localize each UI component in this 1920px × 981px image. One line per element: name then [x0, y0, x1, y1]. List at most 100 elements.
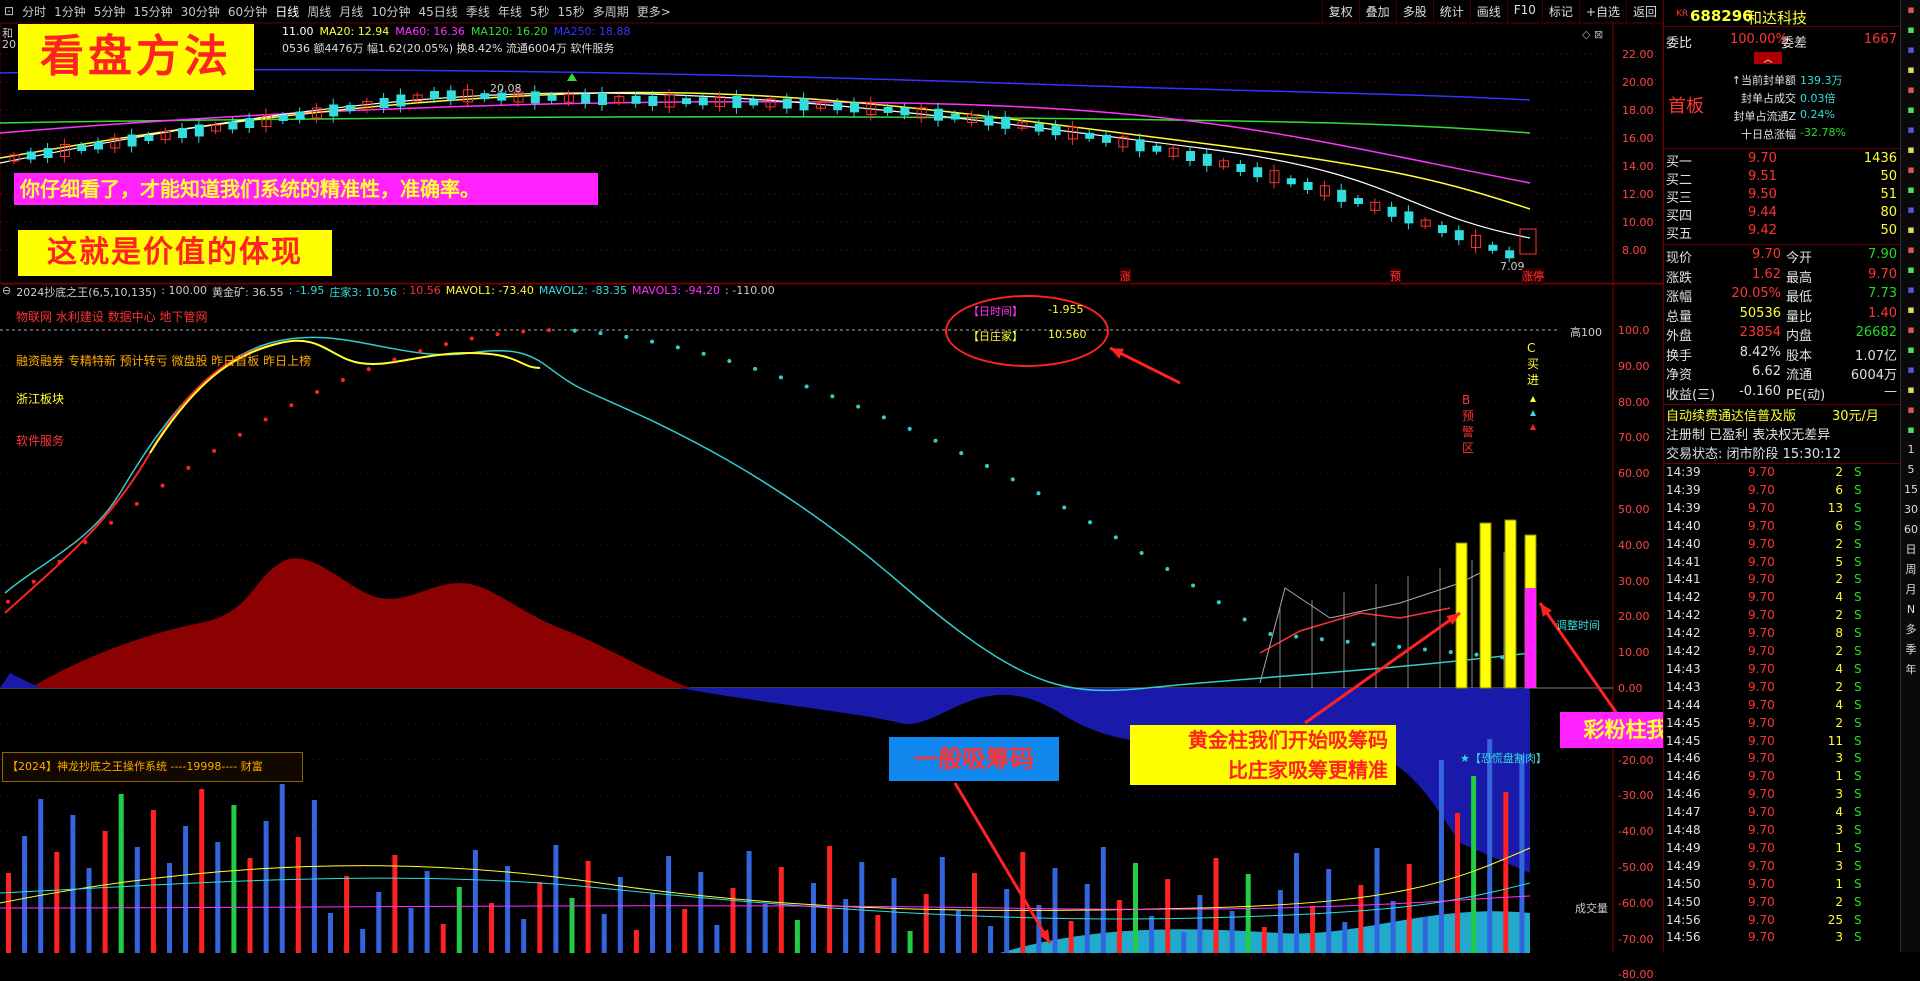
- period-tab[interactable]: 分时: [18, 3, 50, 20]
- side-tool-icon[interactable]: ▪: [1901, 80, 1920, 100]
- indicator-tick-label: -80.00: [1618, 968, 1654, 981]
- period-tab[interactable]: 日线: [271, 3, 303, 20]
- side-period-button[interactable]: 30: [1901, 500, 1920, 520]
- side-tool-icon[interactable]: ▪: [1901, 380, 1920, 400]
- toolbar-button[interactable]: 画线: [1469, 0, 1507, 22]
- toolbar-button[interactable]: 复权: [1321, 0, 1359, 22]
- side-tool-icon[interactable]: ▪: [1901, 260, 1920, 280]
- side-period-button[interactable]: 季: [1901, 640, 1920, 660]
- tick-volume: 6: [1835, 482, 1843, 497]
- period-tab[interactable]: 5分钟: [90, 3, 130, 20]
- side-period-button[interactable]: 周: [1901, 560, 1920, 580]
- side-tool-icon[interactable]: ▪: [1901, 360, 1920, 380]
- stat-value: 8.42%: [1739, 344, 1781, 360]
- promo-row[interactable]: 自动续费通达信普及版 30元/月: [1664, 404, 1901, 424]
- period-tab[interactable]: 10分钟: [367, 3, 414, 20]
- period-tab[interactable]: 多周期: [589, 3, 633, 20]
- promo-price: 30元/月: [1832, 409, 1879, 424]
- side-period-button[interactable]: 60: [1901, 520, 1920, 540]
- tick-price: 9.70: [1748, 876, 1775, 891]
- chart-area[interactable]: [0, 23, 1663, 953]
- period-tab[interactable]: 年线: [494, 3, 526, 20]
- side-tool-icon[interactable]: ▪: [1901, 240, 1920, 260]
- side-period-button[interactable]: N: [1901, 600, 1920, 620]
- bid-row[interactable]: 买四 9.44 80: [1664, 205, 1901, 224]
- toolbar-menu-icon[interactable]: ⊡: [0, 4, 18, 18]
- side-tool-icon[interactable]: ▪: [1901, 120, 1920, 140]
- period-tab[interactable]: 45日线: [415, 3, 462, 20]
- c-buy-vertical: C买进: [1527, 341, 1540, 387]
- seal-stat-value: 139.3万: [1800, 74, 1843, 87]
- stat-value: 7.90: [1868, 247, 1897, 262]
- bid-row[interactable]: 买五 9.42 50: [1664, 223, 1901, 242]
- sector-label[interactable]: 物联网 水利建设 数据中心 地下管网: [16, 308, 207, 325]
- toolbar-button[interactable]: 多股: [1395, 0, 1433, 22]
- tick-side: S: [1854, 930, 1862, 945]
- tick-row: 14:44 9.70 4 S: [1664, 698, 1901, 716]
- side-tool-icon[interactable]: ▪: [1901, 320, 1920, 340]
- tick-row: 14:42 9.70 4 S: [1664, 590, 1901, 608]
- volume-bar: [617, 877, 623, 953]
- side-tool-icon[interactable]: ▪: [1901, 200, 1920, 220]
- indicator-legend-item: 庄家3: 10.56: [329, 286, 398, 299]
- indicator-title[interactable]: 2024抄底之王(6,5,10,135): [16, 284, 156, 300]
- indicator-collapse-icon[interactable]: ⊖: [2, 284, 11, 300]
- volume-bar: [1133, 863, 1138, 953]
- side-period-button[interactable]: 5: [1901, 460, 1920, 480]
- period-tab[interactable]: 5秒: [526, 3, 554, 20]
- side-tool-icon[interactable]: ▪: [1901, 280, 1920, 300]
- toolbar-button[interactable]: 统计: [1432, 0, 1470, 22]
- period-tab[interactable]: 15秒: [553, 3, 588, 20]
- side-period-button[interactable]: 15: [1901, 480, 1920, 500]
- side-period-button[interactable]: 日: [1901, 540, 1920, 560]
- side-period-button[interactable]: 月: [1901, 580, 1920, 600]
- side-tool-icon[interactable]: ▪: [1901, 340, 1920, 360]
- side-period-button[interactable]: 年: [1901, 660, 1920, 680]
- tick-volume: 13: [1827, 500, 1843, 515]
- side-tool-icon[interactable]: ▪: [1901, 160, 1920, 180]
- volume-bar: [360, 929, 366, 953]
- volume-bar: [1116, 900, 1122, 953]
- bid-row[interactable]: 买二 9.51 50: [1664, 169, 1901, 188]
- collapse-arrow-icon[interactable]: ︿: [1754, 52, 1782, 65]
- period-tab[interactable]: 季线: [462, 3, 494, 20]
- side-tool-icon[interactable]: ▪: [1901, 100, 1920, 120]
- period-tab[interactable]: 30分钟: [177, 3, 224, 20]
- side-tool-icon[interactable]: ▪: [1901, 40, 1920, 60]
- sector-label[interactable]: 融资融券 专精特新 预计转亏 微盘股 昨日首板 昨日上榜: [16, 352, 311, 369]
- sector-label[interactable]: 软件服务: [16, 432, 64, 449]
- toolbar-button[interactable]: F10: [1506, 0, 1542, 22]
- toolbar-button[interactable]: +自选: [1578, 0, 1626, 22]
- period-tab[interactable]: 更多>: [633, 3, 675, 20]
- side-tool-icon[interactable]: ▪: [1901, 20, 1920, 40]
- bid-label: 买五: [1666, 227, 1693, 242]
- side-tool-icon[interactable]: ▪: [1901, 60, 1920, 80]
- side-period-button[interactable]: 多: [1901, 620, 1920, 640]
- toolbar-button[interactable]: 叠加: [1358, 0, 1396, 22]
- tick-time: 14:39: [1666, 500, 1701, 515]
- volume-bar: [199, 789, 205, 953]
- side-tool-icon[interactable]: ▪: [1901, 220, 1920, 240]
- side-tool-icon[interactable]: ▪: [1901, 180, 1920, 200]
- period-tab[interactable]: 1分钟: [50, 3, 90, 20]
- side-tool-icon[interactable]: ▪: [1901, 300, 1920, 320]
- sector-label[interactable]: 浙江板块: [16, 390, 64, 407]
- bid-row[interactable]: 买三 9.50 51: [1664, 187, 1901, 206]
- side-period-button[interactable]: 1: [1901, 440, 1920, 460]
- period-tab[interactable]: 月线: [335, 3, 367, 20]
- toolbar-button[interactable]: 返回: [1625, 0, 1663, 22]
- side-tool-icon[interactable]: ▪: [1901, 140, 1920, 160]
- trail-dot: [1345, 639, 1350, 644]
- period-tab[interactable]: 15分钟: [129, 3, 176, 20]
- stat-value: —: [1884, 383, 1897, 399]
- period-tab[interactable]: 60分钟: [224, 3, 271, 20]
- candle-body: [1488, 244, 1498, 251]
- panel-controls-icon[interactable]: ◇ ⊠: [1582, 28, 1603, 41]
- trail-dot: [186, 465, 191, 470]
- side-tool-icon[interactable]: ▪: [1901, 420, 1920, 440]
- bid-row[interactable]: 买一 9.70 1436: [1664, 151, 1901, 170]
- toolbar-button[interactable]: 标记: [1541, 0, 1579, 22]
- period-tab[interactable]: 周线: [303, 3, 335, 20]
- side-tool-icon[interactable]: ▪: [1901, 0, 1920, 20]
- side-tool-icon[interactable]: ▪: [1901, 400, 1920, 420]
